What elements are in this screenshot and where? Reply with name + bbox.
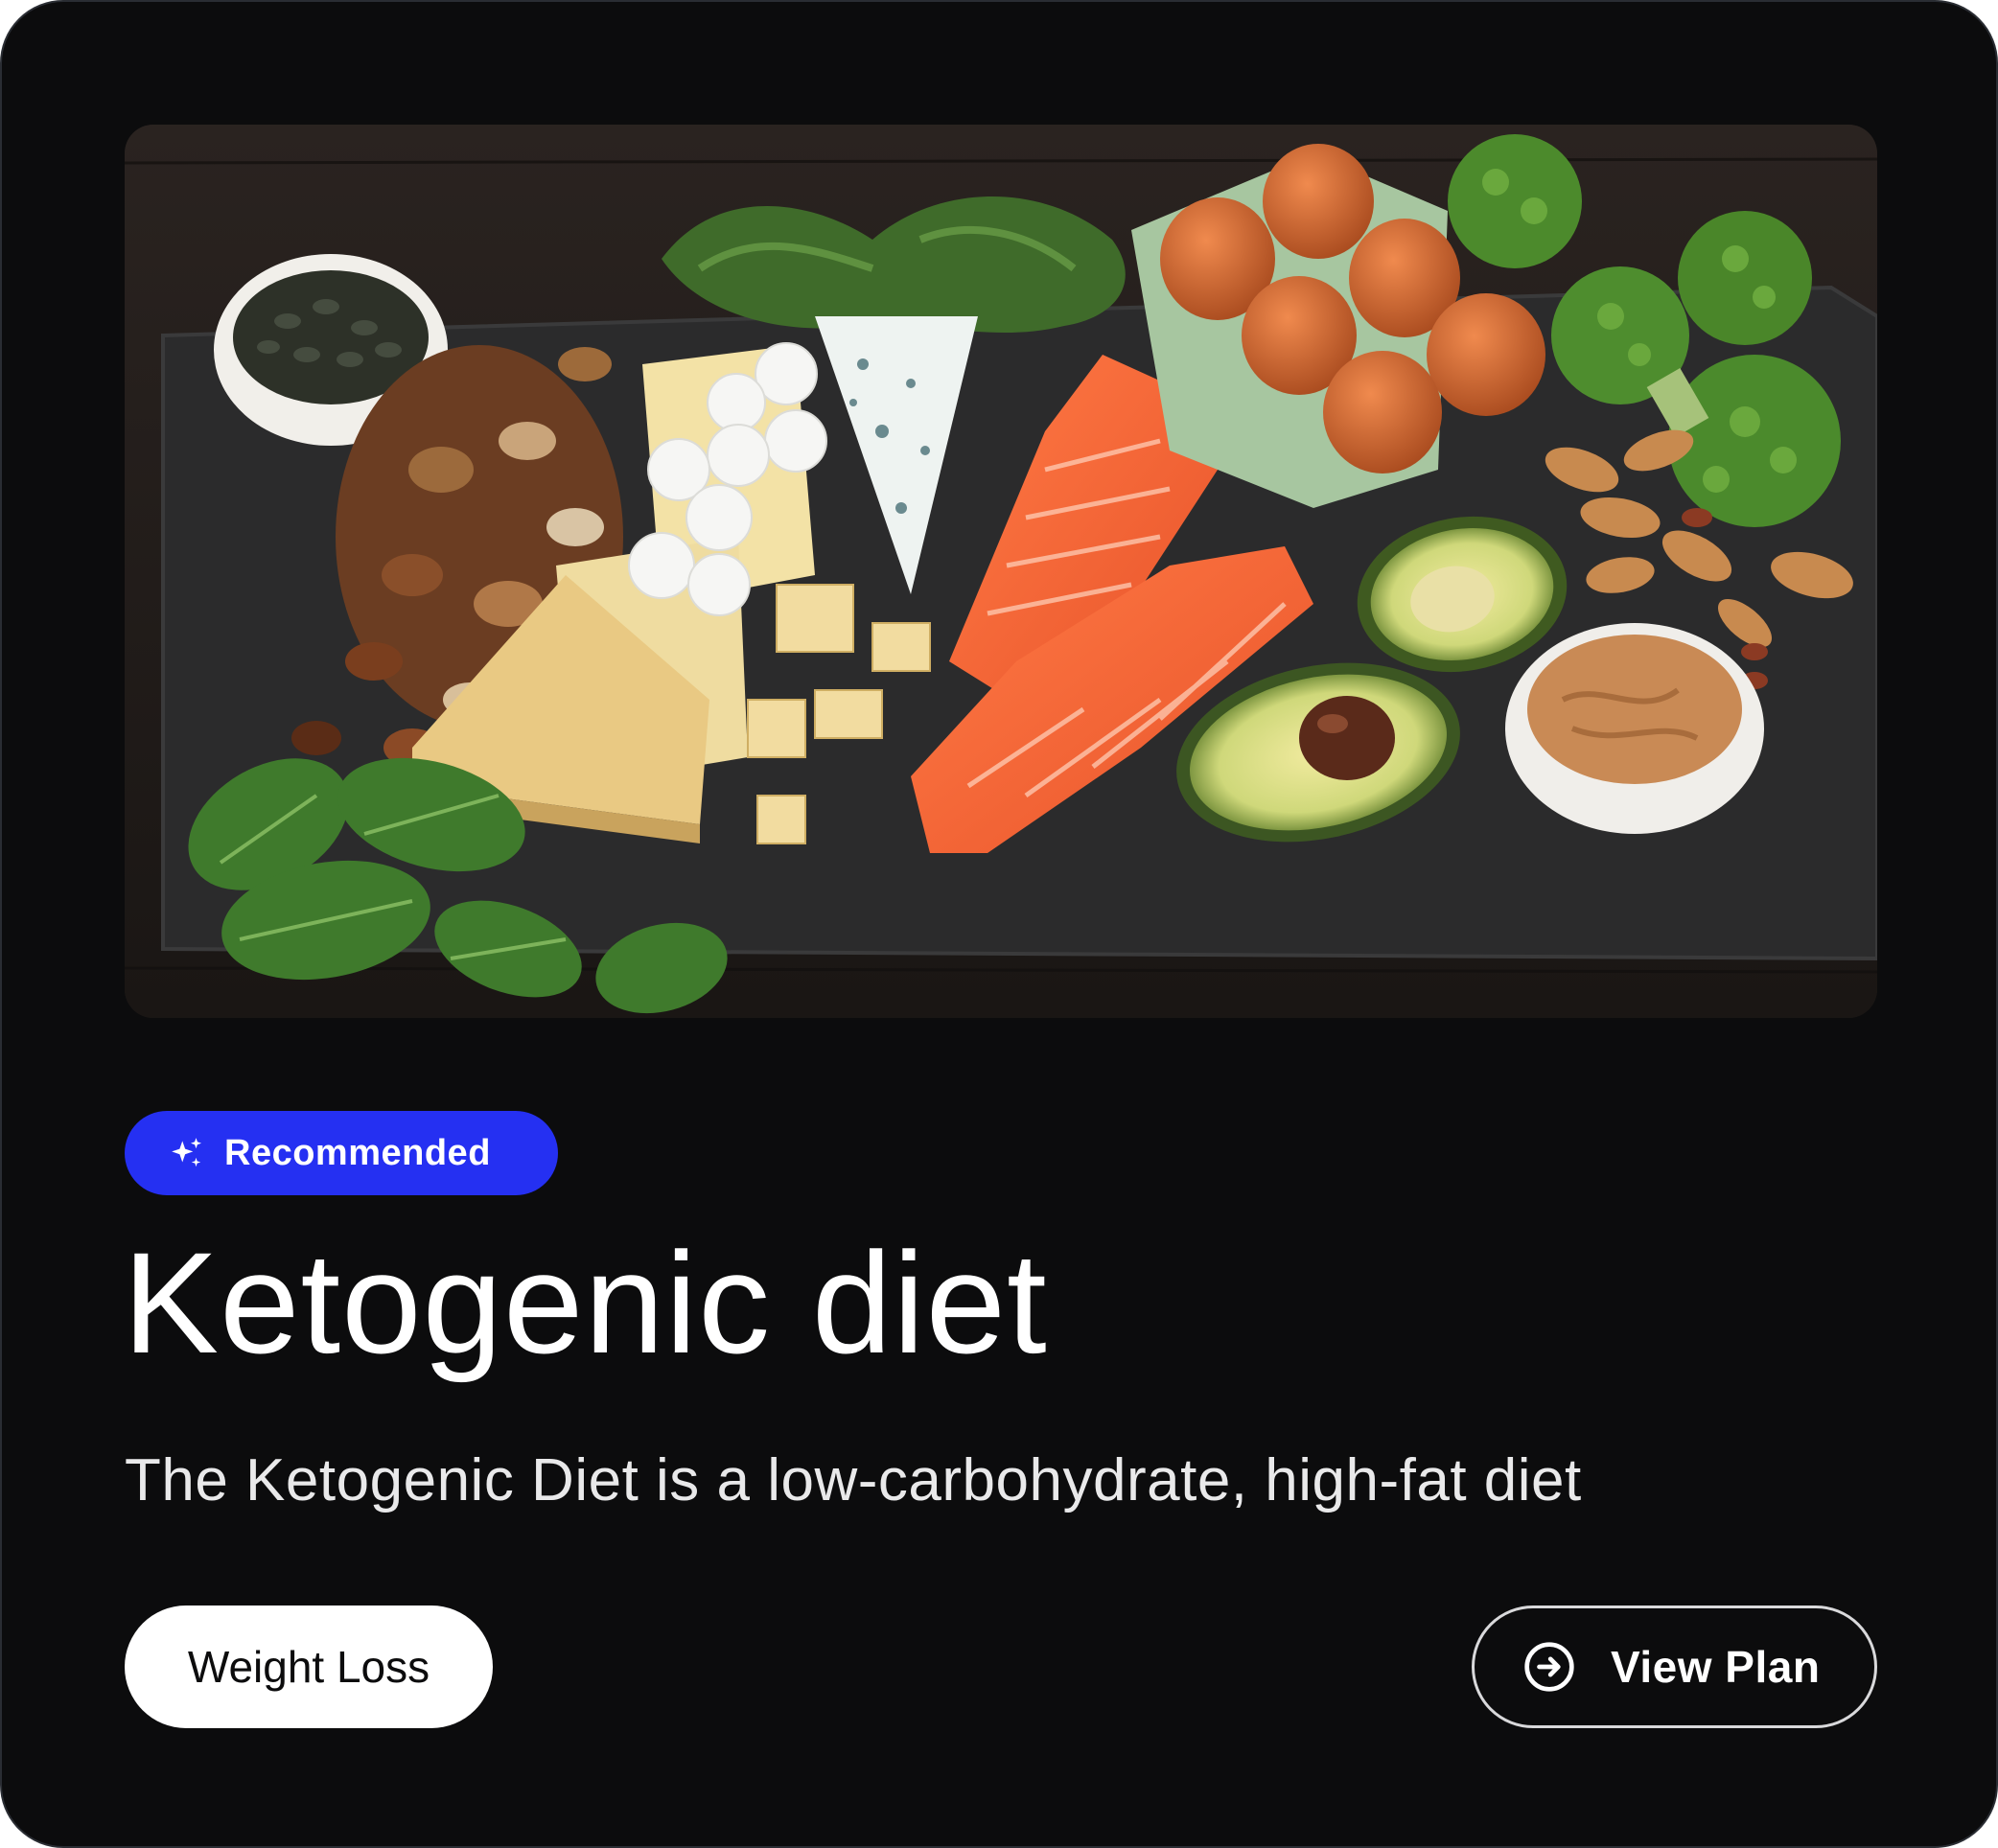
view-plan-label: View Plan — [1611, 1642, 1821, 1692]
diet-hero-image — [125, 125, 1877, 1018]
diet-description: The Ketogenic Diet is a low-carbohydrate… — [125, 1447, 1582, 1513]
sparkle-icon — [169, 1135, 205, 1171]
recommended-badge: Recommended — [125, 1111, 558, 1195]
diet-title: Ketogenic diet — [123, 1222, 1048, 1383]
weight-loss-tag[interactable]: Weight Loss — [125, 1605, 493, 1728]
badge-label: Recommended — [224, 1132, 491, 1173]
diet-card: Recommended Ketogenic diet The Ketogenic… — [0, 0, 1998, 1848]
arrow-right-circle-icon — [1522, 1640, 1576, 1694]
view-plan-button[interactable]: View Plan — [1472, 1605, 1877, 1728]
